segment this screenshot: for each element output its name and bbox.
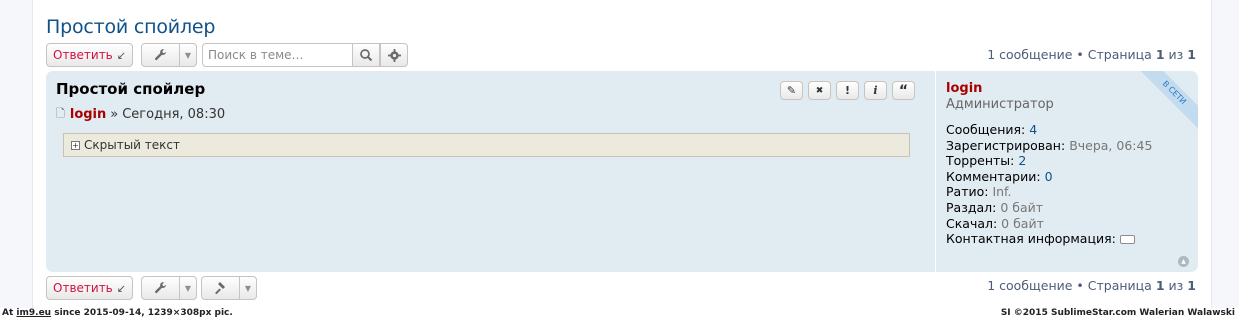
spoiler-label: Скрытый текст [84, 138, 181, 152]
contact-icon[interactable] [1119, 235, 1135, 245]
profile-posts-link[interactable]: 4 [1029, 122, 1037, 137]
profile-comments: Комментарии: 0 [946, 168, 1053, 184]
reply-button[interactable]: Ответить ↙ [46, 43, 133, 67]
chevron-down-icon[interactable]: ▼ [239, 277, 256, 299]
hammer-icon [202, 277, 239, 299]
advanced-search-button[interactable] [380, 43, 408, 67]
wrench-icon [142, 44, 179, 66]
moderator-tools-button[interactable]: ▼ [201, 276, 257, 300]
pagination-total: 1 [1187, 47, 1196, 62]
pagination-current: 1 [1155, 278, 1165, 293]
profile-comments-link[interactable]: 0 [1045, 169, 1053, 184]
reply-button-bottom[interactable]: Ответить ↙ [46, 276, 133, 300]
search-input[interactable] [202, 43, 353, 67]
quote-button[interactable]: “ [892, 81, 915, 100]
post-author[interactable]: login [70, 107, 106, 122]
footer-site-link[interactable]: im9.eu [16, 308, 51, 318]
profile-ratio: Ратио: Inf. [946, 184, 1012, 200]
footer-left: At im9.eu since 2015-09-14, 1239×308px p… [2, 308, 233, 318]
pagination-text: 1 сообщение • Страница [987, 278, 1152, 293]
search-button[interactable] [352, 43, 380, 67]
profile-registered: Зарегистрирован: Вчера, 06:45 [946, 137, 1153, 153]
image-host-footer: At im9.eu since 2015-09-14, 1239×308px p… [0, 308, 1239, 320]
wrench-icon [142, 277, 179, 299]
pagination-of: из [1168, 47, 1184, 62]
post-subject[interactable]: Простой спойлер [56, 80, 205, 98]
profile-username[interactable]: login [946, 81, 982, 96]
back-to-top-icon[interactable]: ▲ [1178, 256, 1189, 267]
pagination-total: 1 [1187, 278, 1196, 293]
topic-tools-button-bottom[interactable]: ▼ [141, 276, 197, 300]
delete-button[interactable]: ✖ [808, 81, 831, 100]
expand-icon: + [71, 140, 80, 150]
profile-contact: Контактная информация: [946, 231, 1152, 247]
exclamation-icon: ! [844, 84, 851, 97]
pagination-text: 1 сообщение • Страница [987, 47, 1152, 62]
document-icon[interactable]: 🗋 [56, 105, 65, 124]
online-ribbon-label: В СЕТИ [1136, 71, 1198, 132]
gear-icon [387, 48, 401, 62]
chevron-down-icon[interactable]: ▼ [179, 44, 196, 66]
footer-right: SI ©2015 SublimeStar.com Walerian Walaws… [1000, 308, 1235, 318]
profile-rank: Администратор [946, 97, 1054, 112]
post: Простой спойлер 🗋 login » Сегодня, 08:30… [46, 71, 1198, 272]
info-icon: i [873, 84, 878, 97]
search-icon [360, 49, 373, 62]
pagination-bottom: 1 сообщение • Страница 1 из 1 [987, 278, 1196, 293]
profile-posts: Сообщения: 4 [946, 122, 1038, 137]
pagination-current: 1 [1155, 47, 1165, 62]
info-button[interactable]: i [864, 81, 887, 100]
profile-torrents-link[interactable]: 2 [1018, 153, 1026, 168]
profile-download: Скачал: 0 байт [946, 215, 1044, 231]
profile-upload: Раздал: 0 байт [946, 199, 1044, 215]
reply-label: Ответить [53, 48, 113, 62]
profile-torrents: Торренты: 2 [946, 153, 1027, 169]
pencil-icon: ✎ [786, 84, 797, 97]
post-meta: 🗋 login » Сегодня, 08:30 [56, 105, 225, 124]
spoiler-toggle[interactable]: + Скрытый текст [63, 133, 910, 157]
online-ribbon: В СЕТИ [1136, 71, 1198, 133]
close-icon: ✖ [815, 85, 824, 96]
topic-title[interactable]: Простой спойлер [46, 16, 215, 38]
report-button[interactable]: ! [836, 81, 859, 100]
post-separator: » [110, 107, 119, 122]
reply-icon: ↙ [116, 281, 126, 295]
reply-label: Ответить [53, 281, 113, 295]
edit-button[interactable]: ✎ [780, 81, 803, 100]
pagination-of: из [1168, 278, 1184, 293]
post-date: Сегодня, 08:30 [122, 107, 226, 122]
reply-icon: ↙ [116, 48, 126, 62]
chevron-down-icon[interactable]: ▼ [179, 277, 196, 299]
quote-icon: “ [898, 82, 909, 99]
topic-tools-button[interactable]: ▼ [141, 43, 197, 67]
pagination-top: 1 сообщение • Страница 1 из 1 [987, 47, 1196, 62]
profile-fields: Сообщения: 4 Зарегистрирован: Вчера, 06:… [946, 122, 1152, 247]
page-body: Простой спойлер Ответить ↙ ▼ 1 сообщение… [32, 0, 1212, 308]
